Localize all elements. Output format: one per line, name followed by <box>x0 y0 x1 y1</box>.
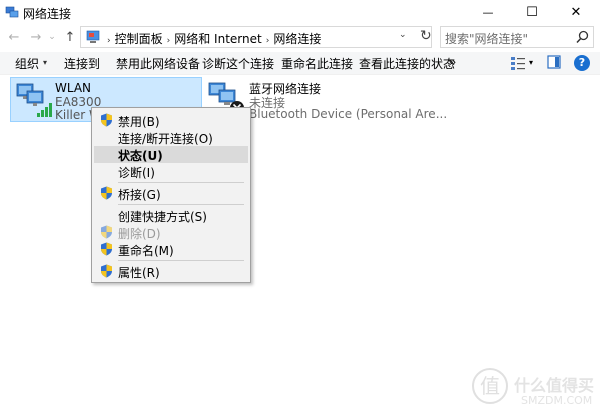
uac-shield-icon <box>101 225 112 239</box>
up-arrow-icon: ↑ <box>64 29 76 45</box>
menu-item-properties[interactable]: 属性(R) <box>94 263 248 280</box>
breadcrumb-separator-icon[interactable]: › <box>167 36 171 46</box>
preview-pane-icon[interactable] <box>547 55 561 69</box>
address-bar[interactable]: › 控制面板 › 网络和 Internet › 网络连接 ⌄ <box>80 26 432 48</box>
menu-item-create-shortcut[interactable]: 创建快捷方式(S) <box>94 207 248 224</box>
uac-shield-icon <box>101 242 112 256</box>
connection-name: WLAN <box>55 81 92 95</box>
menu-item-label: 属性(R) <box>118 266 160 280</box>
search-placeholder: 搜索"网络连接" <box>445 32 529 46</box>
menu-item-label: 删除(D) <box>118 227 161 241</box>
menu-separator <box>118 182 244 183</box>
chevron-down-icon: ⌄ <box>48 32 56 42</box>
title-bar: 网络连接 — ☐ ✕ <box>0 0 600 25</box>
wireless-adapter-icon <box>16 83 52 117</box>
menu-item-label: 状态(U) <box>118 149 163 163</box>
window-title: 网络连接 <box>23 7 72 21</box>
menu-item-delete[interactable]: 删除(D) <box>94 224 248 241</box>
menu-item-label: 连接/断开连接(O) <box>118 132 213 146</box>
watermark-text: 什么值得买 <box>514 376 595 395</box>
breadcrumb: › 控制面板 › 网络和 Internet › 网络连接 <box>103 30 321 47</box>
context-menu: 禁用(B) 连接/断开连接(O) 状态(U) 诊断(I) 桥接(G) 创建快捷方… <box>91 107 251 283</box>
search-input[interactable]: 搜索"网络连接" <box>440 26 594 48</box>
menu-item-label: 禁用(B) <box>118 115 160 129</box>
breadcrumb-item[interactable]: 网络连接 <box>273 32 321 46</box>
disable-device-button[interactable]: 禁用此网络设备 <box>116 55 200 72</box>
minimize-icon: — <box>482 6 494 19</box>
chevron-down-icon[interactable]: ▾ <box>43 58 47 67</box>
uac-shield-icon <box>101 264 112 278</box>
menu-item-label: 桥接(G) <box>118 188 161 202</box>
menu-item-rename[interactable]: 重命名(M) <box>94 241 248 258</box>
diagnose-button[interactable]: 诊断这个连接 <box>202 55 274 72</box>
menu-separator <box>118 204 244 205</box>
connection-device: Bluetooth Device (Personal Are... <box>249 107 448 121</box>
breadcrumb-item[interactable]: 网络和 Internet <box>174 32 261 46</box>
watermark-subtext: SMZDM.COM <box>521 394 593 407</box>
search-icon <box>576 30 589 44</box>
uac-shield-icon <box>101 186 112 200</box>
view-status-button[interactable]: 查看此连接的状态 <box>359 55 455 72</box>
more-commands-button[interactable]: » <box>449 55 456 69</box>
menu-item-label: 创建快捷方式(S) <box>118 210 207 224</box>
uac-shield-icon <box>101 113 112 127</box>
forward-arrow-icon: → <box>30 29 42 45</box>
breadcrumb-item[interactable]: 控制面板 <box>115 32 163 46</box>
menu-item-label: 诊断(I) <box>118 166 155 180</box>
organize-button[interactable]: 组织 <box>15 55 39 72</box>
menu-item-diagnose[interactable]: 诊断(I) <box>94 163 248 180</box>
control-panel-icon <box>86 30 100 43</box>
help-button[interactable]: ? <box>574 55 590 71</box>
refresh-icon[interactable]: ↻ <box>420 28 432 44</box>
connect-to-button[interactable]: 连接到 <box>64 55 100 72</box>
up-button[interactable]: ↑ <box>62 28 78 46</box>
command-bar: 组织 ▾ 连接到 禁用此网络设备 诊断这个连接 重命名此连接 查看此连接的状态 … <box>0 52 600 75</box>
menu-item-bridge[interactable]: 桥接(G) <box>94 185 248 202</box>
view-options-icon[interactable] <box>510 55 526 71</box>
close-icon: ✕ <box>570 5 582 20</box>
forward-button[interactable]: → <box>28 28 44 46</box>
address-dropdown-icon[interactable]: ⌄ <box>399 30 407 40</box>
breadcrumb-separator-icon[interactable]: › <box>266 36 270 46</box>
breadcrumb-separator-icon: › <box>107 36 111 46</box>
watermark-logo: 值 <box>472 368 508 404</box>
chevron-down-icon[interactable]: ▾ <box>529 58 533 67</box>
menu-item-disable[interactable]: 禁用(B) <box>94 112 248 129</box>
back-button[interactable]: ← <box>6 28 22 46</box>
menu-item-status[interactable]: 状态(U) <box>94 146 248 163</box>
maximize-icon: ☐ <box>526 5 538 20</box>
minimize-button[interactable]: — <box>466 0 510 25</box>
menu-item-connect-disconnect[interactable]: 连接/断开连接(O) <box>94 129 248 146</box>
back-arrow-icon: ← <box>8 29 20 45</box>
recent-locations-button[interactable]: ⌄ <box>46 28 58 46</box>
menu-item-label: 重命名(M) <box>118 244 174 258</box>
close-button[interactable]: ✕ <box>554 0 598 25</box>
menu-separator <box>118 260 244 261</box>
maximize-button[interactable]: ☐ <box>510 0 554 25</box>
rename-button[interactable]: 重命名此连接 <box>281 55 353 72</box>
network-connections-icon <box>5 6 19 18</box>
address-row: ← → ⌄ ↑ › 控制面板 › 网络和 Internet › 网络连接 ⌄ ↻ 搜索"网… <box>0 26 600 48</box>
